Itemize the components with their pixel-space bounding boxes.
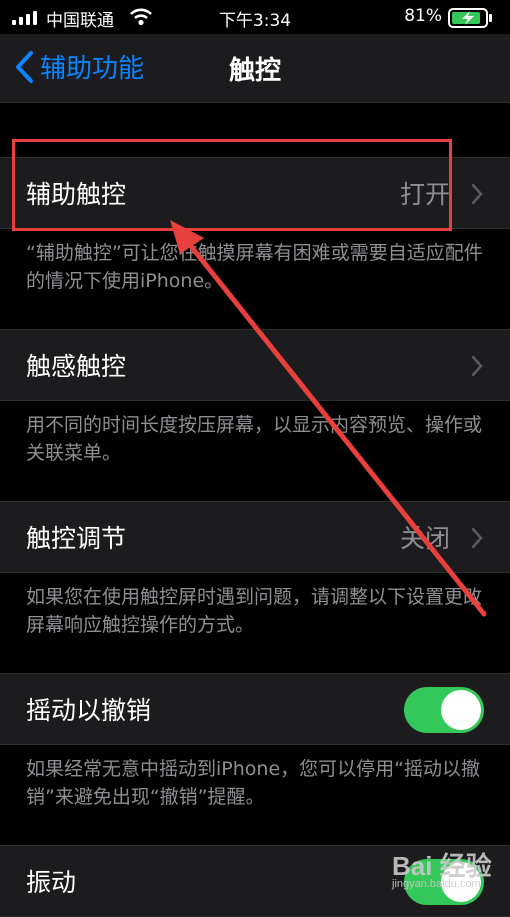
chevron-right-icon: [471, 527, 483, 549]
row-label: 触控调节: [26, 524, 127, 553]
row-value: 关闭: [399, 524, 450, 553]
shake-to-undo-row: 摇动以撤销: [0, 673, 510, 745]
row-label: 振动: [26, 868, 77, 897]
chevron-right-icon: [471, 183, 483, 205]
chevron-right-icon: [471, 355, 483, 377]
page-title: 触控: [228, 56, 281, 86]
battery-charging-icon: [448, 8, 494, 33]
shake-to-undo-toggle[interactable]: [404, 687, 484, 733]
battery-percent: 81%: [404, 6, 442, 26]
row-label: 触感触控: [26, 352, 127, 381]
row-label: 摇动以撤销: [26, 696, 152, 725]
annotation-highlight-box: [12, 139, 452, 231]
baidu-jingyan-watermark: Bai 经验 jingyan.baidu.com: [390, 842, 508, 896]
row-footer: 如果经常无意中摇动到iPhone，您可以停用“摇动以撤销”来避免出现“撤销”提醒…: [26, 758, 480, 808]
watermark-url: jingyan.baidu.com: [392, 878, 481, 890]
touch-accommodations-row[interactable]: 触控调节 关闭: [0, 501, 510, 573]
status-bar: 中国联通 下午3:34 81%: [0, 0, 510, 34]
haptic-touch-row[interactable]: 触感触控: [0, 329, 510, 401]
navigation-bar: 辅助功能 触控: [0, 34, 510, 103]
row-footer: 如果您在使用触控屏时遇到问题，请调整以下设置更改屏幕响应触控操作的方式。: [26, 586, 483, 636]
row-footer: 用不同的时间长度按压屏幕，以显示内容预览、操作或关联菜单。: [26, 414, 483, 464]
row-footer: “辅助触控”可让您在触摸屏幕有困难或需要自适应配件的情况下使用iPhone。: [26, 242, 483, 292]
